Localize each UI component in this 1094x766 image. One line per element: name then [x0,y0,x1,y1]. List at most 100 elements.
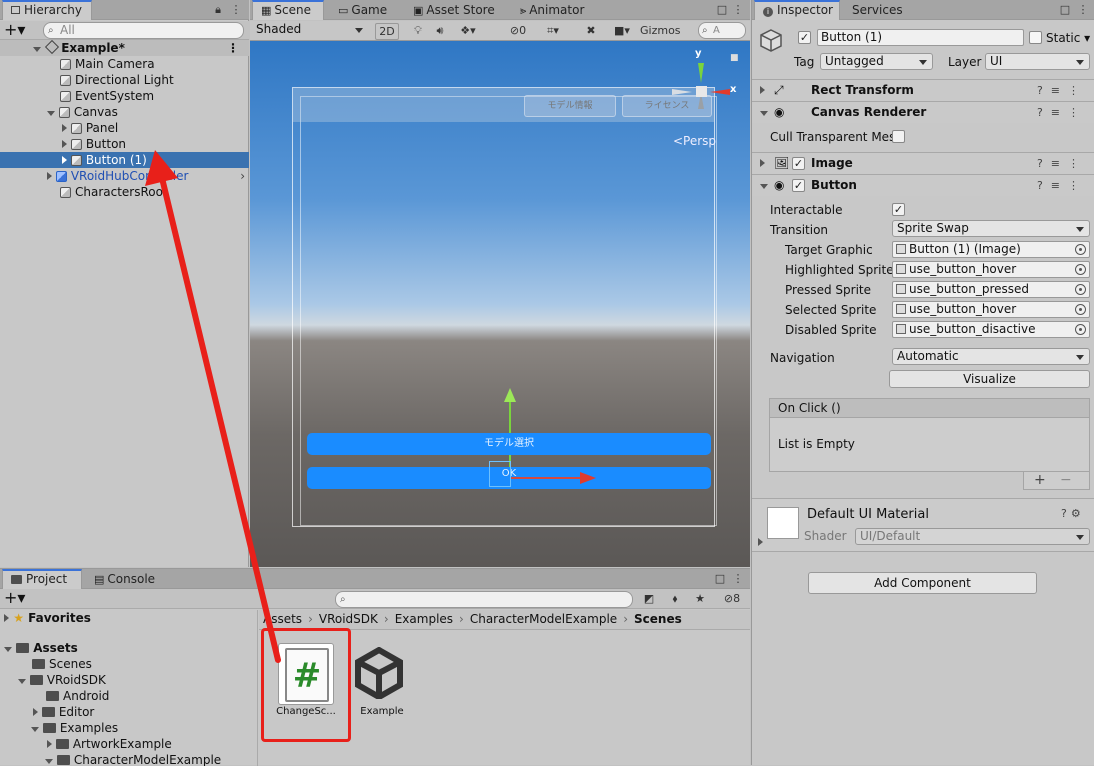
static-checkbox[interactable] [1029,31,1042,44]
breadcrumb-item[interactable]: Scenes [634,612,682,626]
highlighted-sprite-field[interactable]: use_button_hover [892,261,1090,278]
add-icon[interactable]: +▾ [4,589,25,607]
expand-icon[interactable] [33,47,41,52]
tree-item-vroidsdk[interactable]: VRoidSDK [0,672,257,688]
image-enabled-checkbox[interactable]: ✓ [792,157,805,170]
tab-scene[interactable]: ▦ Scene [252,0,324,20]
hierarchy-item-main-camera[interactable]: Main Camera [0,56,249,72]
menu-icon[interactable]: ⋮ [732,2,744,19]
orientation-gizmo[interactable]: y x [668,48,738,119]
collapse-icon[interactable] [47,172,52,180]
project-search-input[interactable]: ⌕ [335,591,633,608]
hierarchy-item-charactersroot[interactable]: CharactersRoot [0,184,249,200]
pressed-sprite-field[interactable]: use_button_pressed [892,281,1090,298]
expand-icon[interactable] [45,759,53,764]
lock-icon[interactable]: □ [714,571,726,588]
chevron-right-icon[interactable]: › [240,168,245,184]
disabled-sprite-field[interactable]: use_button_disactive [892,321,1090,338]
breadcrumb-item[interactable]: Assets [263,612,302,626]
hierarchy-item-canvas[interactable]: Canvas [0,104,249,120]
scene-menu-icon[interactable]: ⋮ [227,40,239,56]
expand-icon[interactable] [18,679,26,684]
favorites-row[interactable]: ★ Favorites [0,610,257,626]
component-icons[interactable]: ?≡⋮ [1037,80,1087,101]
menu-icon[interactable]: ⋮ [230,2,242,19]
collapse-icon[interactable] [760,159,765,167]
scene-row[interactable]: Example* ⋮ [0,39,249,56]
object-picker-icon[interactable] [1075,304,1086,315]
breadcrumb-item[interactable]: CharacterModelExample [470,612,617,626]
lighting-icon[interactable]: 💡︎ [410,23,426,40]
tree-item-editor[interactable]: Editor [0,704,257,720]
object-picker-icon[interactable] [1075,264,1086,275]
tree-item-scenes[interactable]: Scenes [0,656,257,672]
collapse-icon[interactable] [760,86,765,94]
component-button[interactable]: ◉ ✓ Button ?≡⋮ [752,174,1094,196]
component-image[interactable]: 🖼︎ ✓ Image ?≡⋮ [752,152,1094,174]
hierarchy-item-panel[interactable]: Panel [0,120,249,136]
scene-viewport[interactable]: モデル情報 ライセンス <Persp y x ■ モデル選択 OK [250,41,750,567]
transition-dropdown[interactable]: Sprite Swap [892,220,1090,237]
component-icons[interactable]: ?≡⋮ [1037,153,1087,174]
tab-project[interactable]: Project [2,569,82,589]
tag-dropdown[interactable]: Untagged [820,53,933,70]
tree-item-artworkexample[interactable]: ArtworkExample [0,736,257,752]
collapse-icon[interactable] [4,614,9,622]
star-icon[interactable]: ★ [693,591,707,608]
expand-icon[interactable] [760,111,768,116]
layer-dropdown[interactable]: UI [985,53,1090,70]
hierarchy-item-vroidhubcontroller[interactable]: VRoidHubController › [0,168,249,184]
ui-button-model-select[interactable]: モデル選択 [307,433,711,455]
menu-icon[interactable]: ⋮ [1077,2,1089,19]
tab-asset-store[interactable]: ▣ Asset Store [405,0,503,20]
static-label[interactable]: Static ▾ [1046,30,1090,46]
lock-icon[interactable]: 🔒︎ [212,2,224,19]
collapse-icon[interactable] [758,538,763,546]
persp-label[interactable]: <Persp [673,134,716,148]
hierarchy-search-input[interactable]: ⌕ All [43,22,244,39]
lock-icon[interactable]: □ [1059,2,1071,19]
move-x-handle[interactable] [511,477,591,479]
tab-hierarchy[interactable]: Hierarchy [2,0,92,20]
hierarchy-item-directional-light[interactable]: Directional Light [0,72,249,88]
effects-icon[interactable]: ❖▾ [455,23,481,40]
object-picker-icon[interactable] [1075,284,1086,295]
tree-item-charactermodelexample[interactable]: CharacterModelExample [0,752,257,766]
tab-console[interactable]: ▤ Console [86,569,163,589]
add-icon[interactable]: +▾ [4,21,25,39]
selected-sprite-field[interactable]: use_button_hover [892,301,1090,318]
add-icon[interactable]: + [1034,472,1046,488]
tree-item-android[interactable]: Android [0,688,257,704]
filter-type-icon[interactable]: ◩ [642,591,656,608]
camera-icon[interactable]: ■▾ [607,23,637,40]
expand-icon[interactable] [760,184,768,189]
add-component-button[interactable]: Add Component [808,572,1037,594]
button-enabled-checkbox[interactable]: ✓ [792,179,805,192]
hierarchy-item-button-1[interactable]: Button (1) [0,152,249,168]
interactable-checkbox[interactable]: ✓ [892,203,905,216]
material-icons[interactable]: ?⚙ [1061,507,1085,520]
lock-icon[interactable]: □ [716,2,728,19]
collapse-icon[interactable] [33,708,38,716]
component-icons[interactable]: ?≡⋮ [1037,102,1087,123]
shading-dropdown[interactable]: Shaded [252,22,368,39]
remove-icon[interactable]: − [1060,472,1072,488]
expand-icon[interactable] [31,727,39,732]
tab-game[interactable]: ▭ Game [330,0,395,20]
tree-item-assets[interactable]: Assets [0,640,257,656]
menu-icon[interactable]: ⋮ [732,571,744,588]
collapse-icon[interactable] [47,740,52,748]
object-picker-icon[interactable] [1075,324,1086,335]
collapse-icon[interactable] [62,140,67,148]
collapse-icon[interactable] [62,156,67,164]
scene-search-input[interactable]: ⌕ A [698,22,746,39]
gizmo-lock-icon[interactable]: ■ [730,53,739,63]
unity-scene-icon[interactable] [354,646,404,701]
visualize-button[interactable]: Visualize [889,370,1090,388]
component-icons[interactable]: ?≡⋮ [1037,175,1087,196]
tab-animator[interactable]: ⪢ Animator [512,0,592,20]
hierarchy-item-button[interactable]: Button [0,136,249,152]
tools-icon[interactable]: ✖ [583,23,599,40]
tag-icon[interactable]: ⬧ [668,591,682,608]
breadcrumb-item[interactable]: VRoidSDK [319,612,378,626]
